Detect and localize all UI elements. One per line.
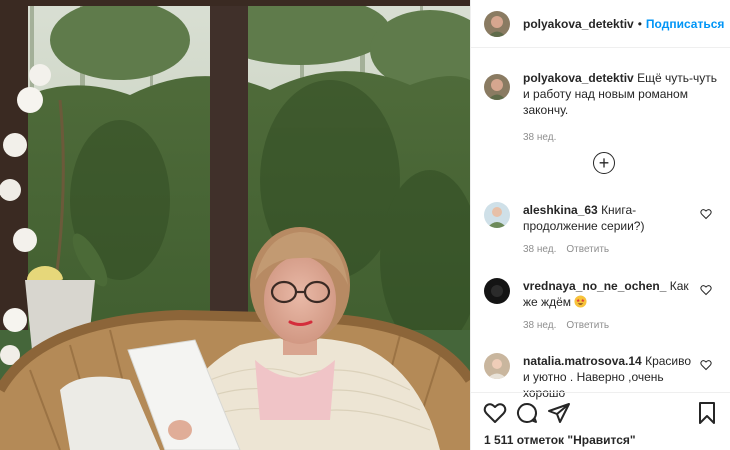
heart-icon[interactable]: [700, 208, 712, 220]
caption-time[interactable]: 38 нед.: [523, 130, 723, 146]
bookmark-icon[interactable]: [695, 401, 719, 425]
reply-button[interactable]: Ответить: [566, 318, 609, 334]
instagram-post: polyakova_detektiv • Подписаться polyako…: [0, 0, 730, 450]
comment-item: vrednaya_no_ne_ochen_ Как же ждём 38 нед…: [484, 278, 724, 334]
comment-time[interactable]: 38 нед.: [523, 318, 556, 334]
comment-item: aleshkina_63 Книга- продолжение серии?) …: [484, 202, 724, 258]
comment-icon[interactable]: [515, 401, 539, 425]
comment-time[interactable]: 38 нед.: [523, 242, 556, 258]
comment-username[interactable]: natalia.matrosova.14: [523, 354, 642, 368]
commenter-avatar[interactable]: [484, 202, 510, 228]
post-caption: polyakova_detektiv Ещё чуть-чуть и работ…: [484, 70, 724, 146]
post-photo[interactable]: [0, 0, 470, 450]
author-avatar[interactable]: [484, 10, 510, 37]
comment-username[interactable]: vrednaya_no_ne_ochen_: [523, 279, 666, 293]
commenter-avatar[interactable]: [484, 278, 510, 304]
heart-icon[interactable]: [700, 359, 712, 371]
follow-button[interactable]: Подписаться: [646, 17, 724, 31]
author-username[interactable]: polyakova_detektiv: [523, 17, 634, 31]
post-side-panel: polyakova_detektiv • Подписаться polyako…: [470, 0, 730, 450]
share-icon[interactable]: [547, 401, 571, 425]
commenter-avatar[interactable]: [484, 353, 510, 379]
photo-illustration: [0, 0, 470, 450]
star-struck-emoji-icon: [574, 295, 587, 308]
likes-count[interactable]: 1 511 отметок "Нравится": [484, 433, 636, 447]
comment-username[interactable]: aleshkina_63: [523, 203, 598, 217]
plus-icon: +: [598, 152, 610, 173]
post-header: polyakova_detektiv • Подписаться: [471, 0, 730, 48]
caption-author-avatar[interactable]: [484, 74, 510, 100]
reply-button[interactable]: Ответить: [566, 242, 609, 258]
separator-dot: •: [637, 16, 642, 31]
heart-icon[interactable]: [700, 284, 712, 296]
post-actions: 1 511 отметок "Нравится": [471, 392, 730, 450]
heart-icon[interactable]: [483, 401, 507, 425]
load-more-comments-button[interactable]: +: [593, 152, 615, 174]
caption-username[interactable]: polyakova_detektiv: [523, 71, 634, 85]
